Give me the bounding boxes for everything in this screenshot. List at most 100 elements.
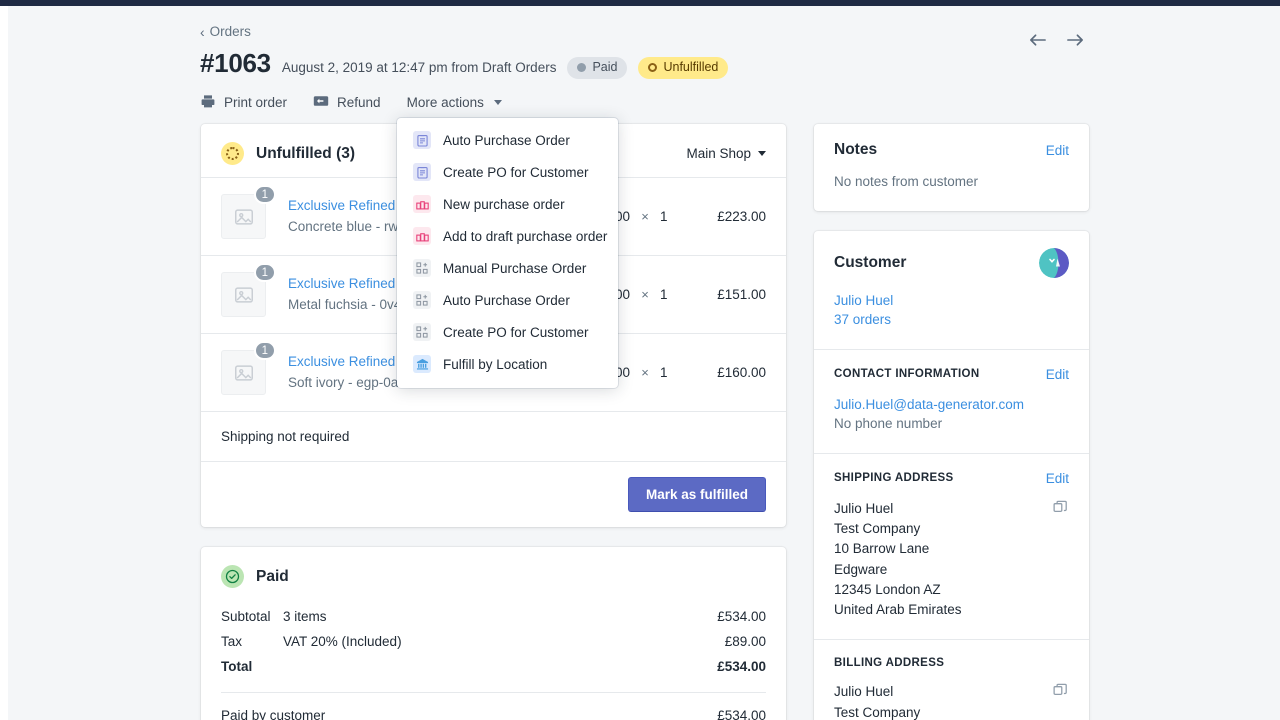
payment-card: Paid Subtotal 3 items £534.00 Tax VAT 20… xyxy=(201,547,786,720)
menu-item-create-po-for-customer-2[interactable]: Create PO for Customer xyxy=(397,316,618,348)
address-line: 12345 London AZ xyxy=(834,581,941,597)
shipping-note: Shipping not required xyxy=(201,411,786,461)
top-chrome-strip xyxy=(0,0,1280,6)
menu-item-new-purchase-order[interactable]: New purchase order xyxy=(397,188,618,220)
menu-item-label: Create PO for Customer xyxy=(443,164,589,180)
menu-item-label: Create PO for Customer xyxy=(443,324,589,340)
quantity-badge: 1 xyxy=(253,263,276,282)
payment-header: Paid xyxy=(201,547,786,598)
mark-as-fulfilled-button[interactable]: Mark as fulfilled xyxy=(627,477,766,512)
line-total: £151.00 xyxy=(717,287,766,302)
previous-order-button[interactable] xyxy=(1024,28,1050,52)
order-detail-page: ‹ Orders #1063 August 2, 2019 at 12:47 p… xyxy=(8,6,1280,720)
shipping-address-section: SHIPPING ADDRESS Edit Julio Huel Test Co… xyxy=(814,452,1089,640)
menu-item-label: Manual Purchase Order xyxy=(443,260,587,276)
address-line: Test Company xyxy=(834,521,921,537)
title-row: #1063 August 2, 2019 at 12:47 pm from Dr… xyxy=(200,48,1080,79)
edit-shipping-address-link[interactable]: Edit xyxy=(1046,471,1069,486)
menu-item-label: Add to draft purchase order xyxy=(443,228,608,244)
sidebar: Notes Edit No notes from customer Custom… xyxy=(814,124,1089,720)
menu-item-add-to-draft-purchase-order[interactable]: Add to draft purchase order xyxy=(397,220,618,252)
billing-address-title: BILLING ADDRESS xyxy=(834,657,945,670)
summary-row-total: Total £534.00 xyxy=(221,654,766,679)
status-badge-paid: Paid xyxy=(567,57,628,79)
shipping-address-title: SHIPPING ADDRESS xyxy=(834,472,954,485)
dot-icon xyxy=(577,63,587,72)
line-item-thumbnail: 1 xyxy=(221,185,276,239)
printer-icon xyxy=(200,93,216,112)
customer-name-link[interactable]: Julio Huel xyxy=(834,291,1069,311)
status-badge-unfulfilled-label: Unfulfilled xyxy=(663,60,719,75)
location-selector[interactable]: Main Shop xyxy=(686,146,766,161)
edit-contact-link[interactable]: Edit xyxy=(1046,367,1069,382)
refund-icon xyxy=(313,93,329,112)
grid-plus-gray-icon xyxy=(413,259,431,277)
chevron-left-icon: ‹ xyxy=(200,23,205,40)
left-gutter xyxy=(0,0,8,720)
line-total: £160.00 xyxy=(717,365,766,380)
times-symbol: × xyxy=(641,365,649,380)
copy-icon[interactable] xyxy=(1052,499,1069,522)
header-actions: Print order Refund More actions xyxy=(200,93,1080,112)
customer-section: Customer Julio Huel 37 orders xyxy=(814,231,1089,349)
print-order-button[interactable]: Print order xyxy=(200,93,287,112)
quantity: 1 xyxy=(660,287,668,302)
line-item-thumbnail: 1 xyxy=(221,341,276,395)
contact-body: Julio.Huel@data-generator.com No phone n… xyxy=(834,395,1069,434)
summary-amount: £89.00 xyxy=(724,634,766,649)
paid-status-icon xyxy=(221,565,244,588)
customer-email-link[interactable]: Julio.Huel@data-generator.com xyxy=(834,395,1069,415)
shipping-address-lines: Julio Huel Test Company 10 Barrow Lane E… xyxy=(834,499,1044,621)
edit-notes-link[interactable]: Edit xyxy=(1046,143,1069,158)
next-order-button[interactable] xyxy=(1062,28,1088,52)
customer-title: Customer xyxy=(834,253,907,271)
address-line: 10 Barrow Lane xyxy=(834,541,930,557)
refund-button[interactable]: Refund xyxy=(313,93,381,112)
fulfillment-footer: Mark as fulfilled xyxy=(201,461,786,527)
order-meta: August 2, 2019 at 12:47 pm from Draft Or… xyxy=(281,60,557,75)
summary-desc: VAT 20% (Included) xyxy=(283,634,402,649)
notes-header: Notes Edit xyxy=(834,141,1069,159)
avatar xyxy=(1039,247,1069,278)
customer-orders-link[interactable]: 37 orders xyxy=(834,310,1069,330)
paid-by-row: Paid by customer £534.00 xyxy=(201,693,786,720)
billing-address-header: BILLING ADDRESS xyxy=(834,657,1069,669)
summary-amount: £534.00 xyxy=(717,609,766,624)
chevron-down-icon xyxy=(493,100,502,105)
breadcrumb[interactable]: ‹ Orders xyxy=(200,24,251,39)
menu-item-auto-purchase-order-1[interactable]: Auto Purchase Order xyxy=(397,124,618,156)
location-label: Main Shop xyxy=(686,146,751,161)
print-order-label: Print order xyxy=(224,95,288,110)
notes-body: No notes from customer xyxy=(834,174,979,189)
more-actions-label: More actions xyxy=(406,95,484,110)
shipping-address-header: SHIPPING ADDRESS Edit xyxy=(834,471,1069,486)
menu-item-auto-purchase-order-2[interactable]: Auto Purchase Order xyxy=(397,284,618,316)
customer-card: Customer Julio Huel 37 orders CONTACT IN… xyxy=(814,230,1089,720)
summary-desc: 3 items xyxy=(283,609,327,624)
quantity-badge: 1 xyxy=(253,185,276,204)
copy-icon[interactable] xyxy=(1052,682,1069,705)
notes-title: Notes xyxy=(834,141,878,158)
clipboard-blue-icon xyxy=(413,163,431,181)
more-actions-button[interactable]: More actions xyxy=(407,95,502,110)
boxes-pink-icon xyxy=(413,227,431,245)
menu-item-create-po-for-customer-1[interactable]: Create PO for Customer xyxy=(397,156,618,188)
summary-row-subtotal: Subtotal 3 items £534.00 xyxy=(221,604,766,629)
clipboard-blue-icon xyxy=(413,131,431,149)
quantity: 1 xyxy=(660,209,668,224)
billing-address-section: BILLING ADDRESS Julio Huel Test Company … xyxy=(814,639,1089,720)
address-line: United Arab Emirates xyxy=(834,602,962,618)
breadcrumb-label: Orders xyxy=(209,24,251,39)
times-symbol: × xyxy=(641,209,649,224)
contact-title: CONTACT INFORMATION xyxy=(834,368,980,381)
payment-summary: Subtotal 3 items £534.00 Tax VAT 20% (In… xyxy=(201,598,786,679)
contact-header: CONTACT INFORMATION Edit xyxy=(834,367,1069,382)
billing-address-lines: Julio Huel Test Company 10 Barrow Lane xyxy=(834,682,1044,720)
menu-item-label: Fulfill by Location xyxy=(443,356,548,372)
menu-item-fulfill-by-location[interactable]: Fulfill by Location xyxy=(397,348,618,380)
paid-by-label: Paid by customer xyxy=(221,708,326,720)
grid-plus-gray-icon xyxy=(413,323,431,341)
menu-item-manual-purchase-order[interactable]: Manual Purchase Order xyxy=(397,252,618,284)
notes-section: Notes Edit No notes from customer xyxy=(814,124,1089,211)
contact-information-section: CONTACT INFORMATION Edit Julio.Huel@data… xyxy=(814,348,1089,453)
